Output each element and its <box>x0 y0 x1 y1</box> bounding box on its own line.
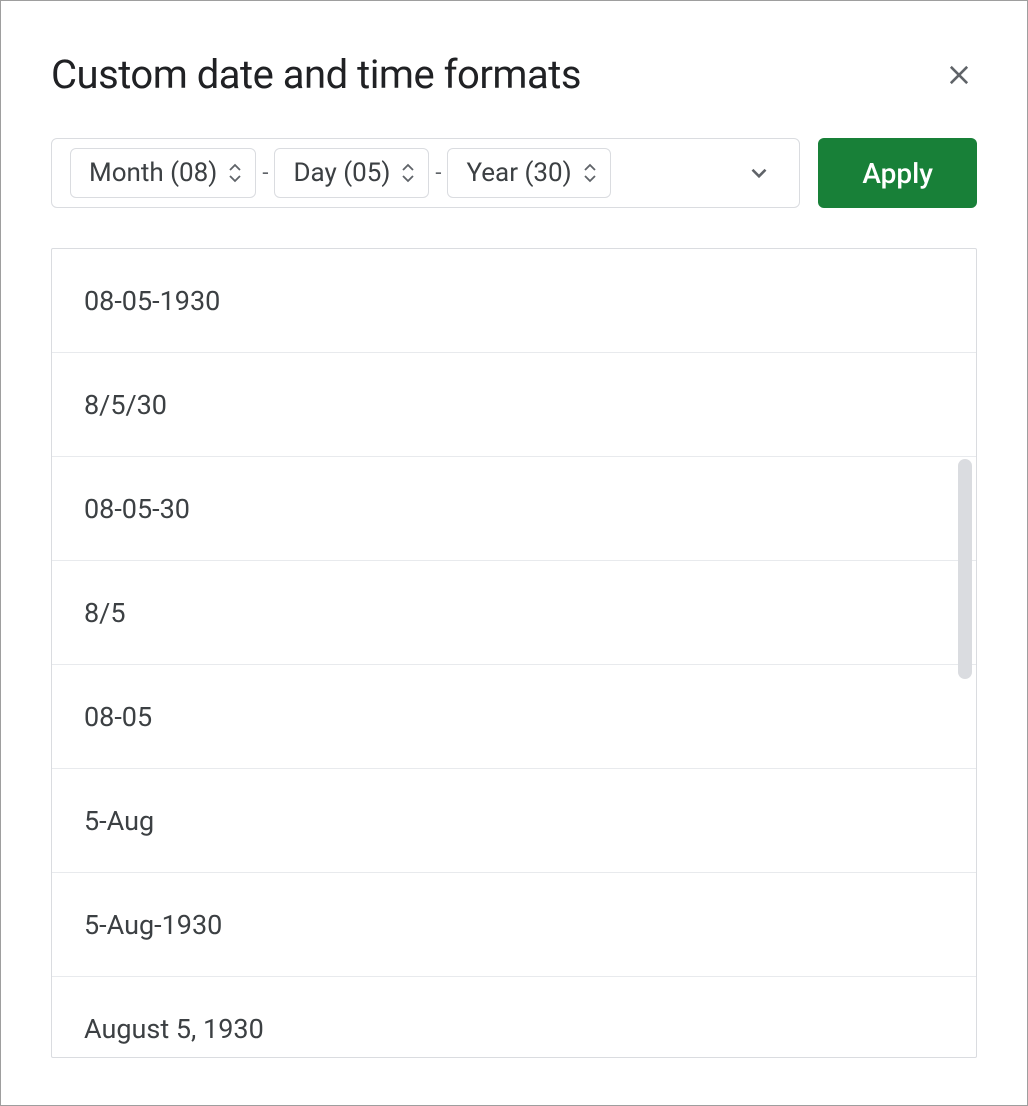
format-preset-item[interactable]: 8/5 <box>52 561 976 665</box>
format-preset-item[interactable]: 5-Aug <box>52 769 976 873</box>
format-preset-item[interactable]: 08-05 <box>52 665 976 769</box>
chip-month[interactable]: Month (08) <box>70 148 256 198</box>
chip-label: Month (08) <box>89 158 217 188</box>
controls-row: Month (08) - Day (05) - Year (30) <box>51 138 977 208</box>
format-preset-item[interactable]: August 5, 1930 <box>52 977 976 1057</box>
close-icon <box>945 61 973 89</box>
chip-day[interactable]: Day (05) <box>274 148 429 198</box>
format-preset-item[interactable]: 08-05-1930 <box>52 249 976 353</box>
chip-label: Year (30) <box>466 158 571 188</box>
chip-separator: - <box>256 161 274 186</box>
stepper-icon <box>582 163 598 183</box>
scrollbar-thumb[interactable] <box>958 459 972 679</box>
format-list[interactable]: 08-05-1930 8/5/30 08-05-30 8/5 08-05 5-A… <box>52 249 976 1057</box>
format-preset-item[interactable]: 5-Aug-1930 <box>52 873 976 977</box>
add-part-dropdown[interactable] <box>733 160 785 186</box>
dialog-header: Custom date and time formats <box>51 51 977 98</box>
stepper-icon <box>227 163 243 183</box>
close-button[interactable] <box>941 57 977 93</box>
chips-container: Month (08) - Day (05) - Year (30) <box>70 148 733 198</box>
apply-button[interactable]: Apply <box>818 138 977 208</box>
stepper-icon <box>400 163 416 183</box>
format-list-wrapper: 08-05-1930 8/5/30 08-05-30 8/5 08-05 5-A… <box>51 248 977 1058</box>
dialog-title: Custom date and time formats <box>51 51 581 98</box>
chip-separator: - <box>429 161 447 186</box>
format-builder[interactable]: Month (08) - Day (05) - Year (30) <box>51 138 800 208</box>
chip-label: Day (05) <box>293 158 390 188</box>
format-preset-item[interactable]: 08-05-30 <box>52 457 976 561</box>
format-preset-item[interactable]: 8/5/30 <box>52 353 976 457</box>
chevron-down-icon <box>746 160 772 186</box>
chip-year[interactable]: Year (30) <box>447 148 610 198</box>
